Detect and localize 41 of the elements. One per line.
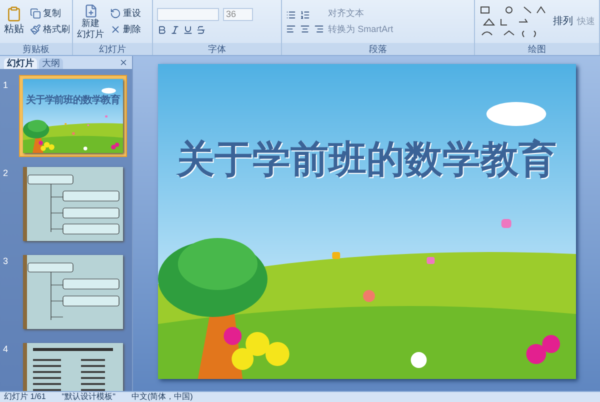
bullets-icon[interactable] [286,10,296,20]
slide-number: 1 [3,79,10,92]
numbering-icon[interactable] [300,10,310,20]
align-right-icon[interactable] [314,24,324,34]
group-label: 剪贴板 [0,43,72,55]
copy-button[interactable]: 复制 [28,7,72,20]
quick-styles-label: 快速 [577,14,595,28]
underline-icon[interactable] [183,25,193,35]
slide-number: 4 [3,343,10,356]
group-label: 字体 [153,43,282,55]
font-name-field[interactable] [157,8,219,21]
align-center-icon[interactable] [300,24,310,34]
status-text: 幻灯片 1/61 [4,392,46,402]
slide-number: 2 [3,167,10,180]
format-painter-icon [30,24,41,35]
panel-tab[interactable]: 大纲 [39,58,63,69]
slide-number: 3 [3,255,10,268]
status-text: 中文(简体，中国) [131,392,193,402]
status-text: "默认设计模板" [62,392,116,402]
group-label: 绘图 [475,43,599,55]
panel-tab[interactable]: 幻灯片 [4,58,37,69]
clipboard-icon [6,6,22,22]
bold-icon[interactable] [157,25,167,35]
delete-icon [110,24,121,35]
new-slide-icon [84,4,98,18]
close-icon[interactable] [119,58,128,67]
strikethrough-icon[interactable] [196,25,206,35]
group-label: 段落 [282,43,474,55]
align-left-icon[interactable] [286,24,296,34]
delete-button[interactable]: 删除 [108,22,143,36]
paste-button[interactable]: 粘贴 [4,6,24,37]
new-slide-button[interactable]: 新建 幻灯片 [77,4,104,40]
thumbnail-title: 关于学前班的数学教育 [24,93,122,108]
reset-button[interactable]: 重设 [108,7,143,20]
arrange-button[interactable]: 排列 [553,14,573,29]
reset-icon [110,8,121,20]
slide-title: 关于学前班的数学教育 [175,137,558,183]
format-painter-button[interactable]: 格式刷 [28,22,72,36]
italic-icon[interactable] [170,25,180,35]
group-label: 幻灯片 [73,43,152,55]
copy-icon [30,8,41,20]
